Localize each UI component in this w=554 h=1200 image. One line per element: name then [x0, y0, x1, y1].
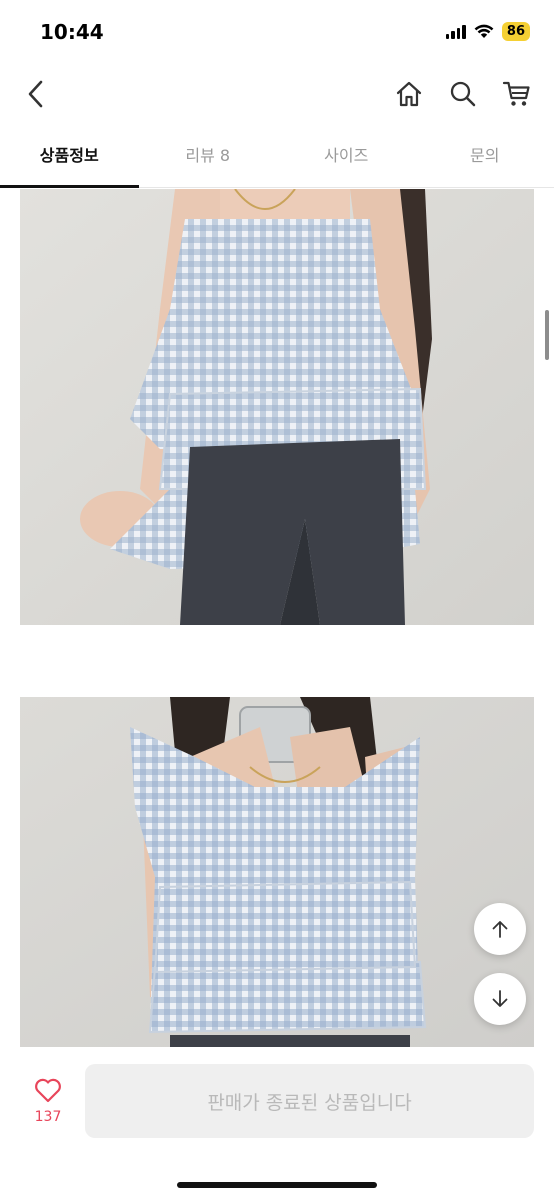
- search-icon[interactable]: [445, 76, 481, 112]
- back-arrow-icon[interactable]: [18, 76, 54, 112]
- scrollbar[interactable]: [545, 310, 549, 360]
- arrow-up-icon: [492, 921, 508, 938]
- heart-icon: [35, 1078, 61, 1103]
- home-icon[interactable]: [391, 76, 427, 112]
- wifi-icon: [474, 24, 494, 38]
- cart-icon[interactable]: [499, 76, 535, 112]
- product-image-1: [20, 189, 534, 625]
- bottom-action-bar: 137 판매가 종료된 상품입니다: [0, 1047, 554, 1200]
- like-button[interactable]: 137: [18, 1077, 78, 1125]
- status-indicators: 86: [445, 22, 530, 41]
- product-tabs: 상품정보 리뷰 8 사이즈 문의: [0, 130, 554, 188]
- product-image-2: [20, 697, 534, 1047]
- tab-reviews[interactable]: 리뷰 8: [139, 130, 278, 187]
- tab-inquiry[interactable]: 문의: [416, 130, 554, 187]
- home-indicator: [177, 1182, 377, 1188]
- top-navigation: [0, 62, 554, 126]
- battery-indicator: 86: [501, 22, 530, 41]
- scroll-to-bottom-button[interactable]: [474, 973, 526, 1025]
- like-count: 137: [34, 1109, 62, 1125]
- signal-icon: [445, 24, 466, 39]
- arrow-down-icon: [492, 990, 508, 1007]
- status-bar: 10:44 86: [0, 0, 554, 62]
- product-detail-content[interactable]: [0, 189, 554, 1047]
- tab-size[interactable]: 사이즈: [277, 130, 416, 187]
- sold-out-button: 판매가 종료된 상품입니다: [85, 1064, 534, 1138]
- scroll-to-top-button[interactable]: [474, 903, 526, 955]
- status-time: 10:44: [40, 20, 104, 44]
- tab-product-info[interactable]: 상품정보: [0, 130, 139, 188]
